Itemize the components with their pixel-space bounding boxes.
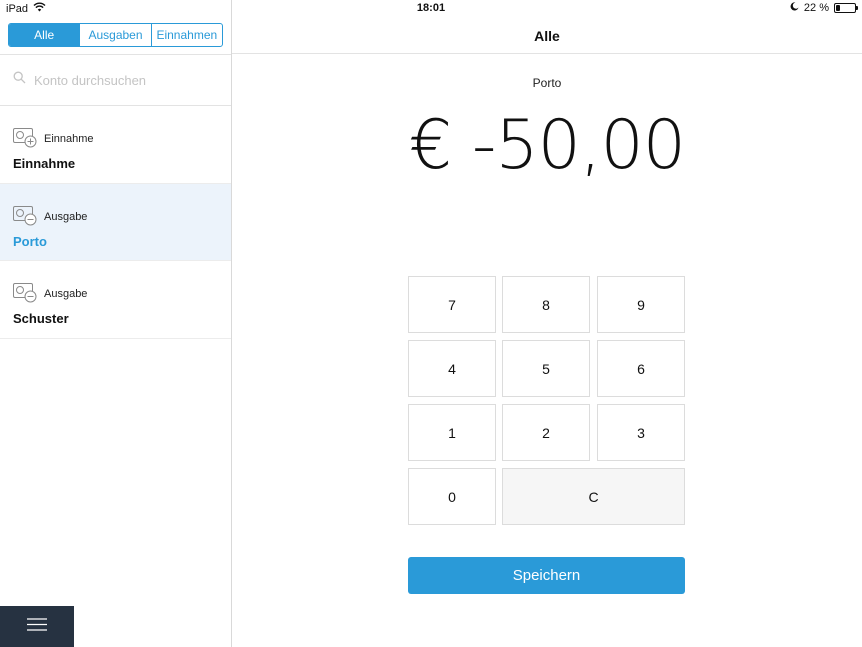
item-type-label: Ausgabe (44, 210, 88, 223)
filter-tab-alle[interactable]: Alle (9, 24, 81, 46)
search-icon (13, 71, 26, 89)
key-2[interactable]: 2 (502, 404, 590, 461)
item-name: Porto (13, 233, 47, 249)
key-5[interactable]: 5 (502, 340, 590, 397)
save-button[interactable]: Speichern (408, 557, 685, 594)
filter-tab-einnahmen[interactable]: Einnahmen (152, 24, 222, 46)
filter-segmented-control: Alle Ausgaben Einnahmen (8, 23, 223, 47)
item-name: Einnahme (13, 156, 76, 171)
expense-icon (13, 283, 37, 303)
key-9[interactable]: 9 (597, 276, 685, 333)
key-7[interactable]: 7 (408, 276, 496, 333)
search-input[interactable] (34, 72, 214, 88)
item-name: Schuster (13, 311, 69, 326)
key-4[interactable]: 4 (408, 340, 496, 397)
search-bar (0, 54, 231, 106)
key-6[interactable]: 6 (597, 340, 685, 397)
account-list: Einnahme Einnahme Ausgabe Porto Ausgabe … (0, 106, 231, 339)
page-title: Alle (232, 18, 862, 54)
item-type-label: Einnahme (44, 133, 94, 145)
key-8[interactable]: 8 (502, 276, 590, 333)
hamburger-menu-icon (27, 617, 47, 636)
transaction-label: Porto (532, 76, 562, 90)
list-item[interactable]: Einnahme Einnahme (0, 106, 231, 184)
menu-button[interactable] (0, 606, 74, 647)
item-type-label: Ausgabe (44, 288, 88, 300)
list-item[interactable]: Ausgabe Schuster (0, 261, 231, 339)
key-1[interactable]: 1 (408, 404, 496, 461)
income-icon (13, 128, 37, 148)
amount-display: € -50,00 (408, 106, 686, 185)
list-item[interactable]: Ausgabe Porto (0, 183, 231, 261)
key-0[interactable]: 0 (408, 468, 496, 525)
clear-button[interactable]: C (502, 468, 685, 525)
expense-icon (13, 205, 37, 226)
filter-tab-ausgaben[interactable]: Ausgaben (80, 24, 152, 46)
main-panel: Alle Porto € -50,00 7 8 9 4 5 6 1 2 3 0 … (232, 0, 862, 647)
key-3[interactable]: 3 (597, 404, 685, 461)
sidebar: Alle Ausgaben Einnahmen Einnahme Einnahm… (0, 0, 232, 647)
